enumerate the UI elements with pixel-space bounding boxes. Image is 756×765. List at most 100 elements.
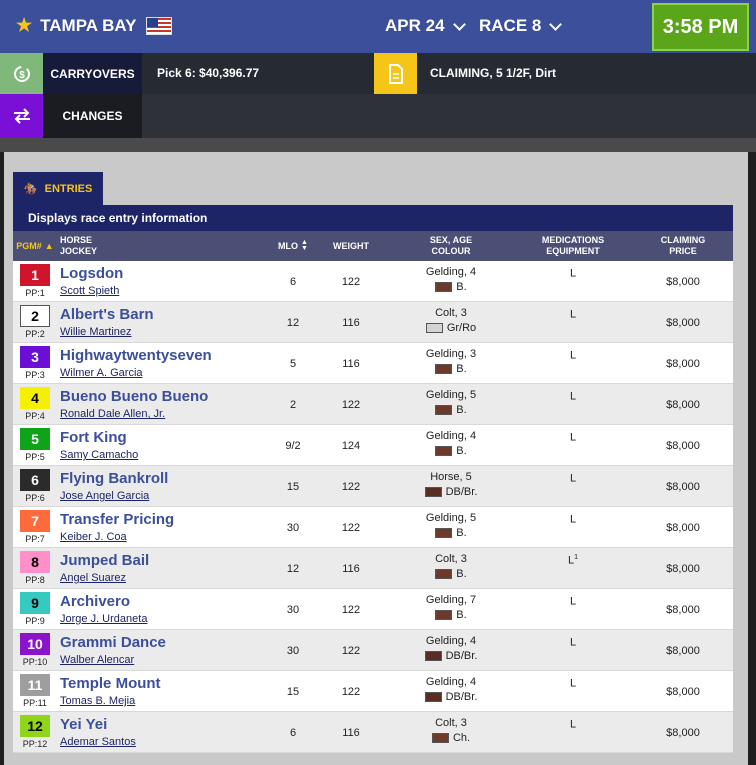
colour: B. xyxy=(456,363,467,375)
horse-name[interactable]: Flying Bankroll xyxy=(60,470,168,487)
claiming-price: $8,000 xyxy=(666,480,700,493)
program-number: 4 xyxy=(20,387,50,409)
tab-entries[interactable]: 🏇 ENTRIES xyxy=(13,172,103,205)
horse-name[interactable]: Yei Yei xyxy=(60,716,107,733)
program-number: 8 xyxy=(20,551,50,573)
sex-age-colour: Gelding, 4 DB/Br. xyxy=(391,634,511,664)
pgm-header: PGM# xyxy=(16,240,42,251)
jockey-name[interactable]: Scott Spieth xyxy=(60,285,119,297)
weight: 122 xyxy=(341,480,361,493)
chevron-down-icon xyxy=(452,17,466,31)
jockey-name[interactable]: Ademar Santos xyxy=(60,736,136,748)
sex-age-colour: Gelding, 3 B. xyxy=(391,347,511,377)
sex-age: Gelding, 4 xyxy=(425,430,477,442)
medications: L xyxy=(538,472,608,485)
star-icon[interactable]: ★ xyxy=(16,15,32,36)
sort-mlo[interactable]: MLO ▲ ▼ xyxy=(268,231,318,261)
program-number: 3 xyxy=(20,346,50,368)
jockey-name[interactable]: Angel Suarez xyxy=(60,572,126,584)
mlo-header: MLO xyxy=(278,240,299,251)
weight: 116 xyxy=(342,562,360,575)
jockey-name[interactable]: Samy Camacho xyxy=(60,449,138,461)
sort-pgm[interactable]: PGM# ▲ xyxy=(15,231,55,261)
morning-line-odds: 30 xyxy=(286,603,300,616)
colour-swatch xyxy=(435,405,453,416)
claiming-price: $8,000 xyxy=(666,644,700,657)
medication-code: L xyxy=(569,390,577,403)
table-row[interactable]: 5 PP:5 Fort King Samy Camacho 9/2 124 Gelding,… xyxy=(13,425,733,466)
saddlecloth: 8 PP:8 xyxy=(18,551,52,585)
medication-code: L xyxy=(569,308,577,321)
table-row[interactable]: 4 PP:4 Bueno Bueno Bueno Ronald Dale Allen,… xyxy=(13,384,733,425)
weight: 122 xyxy=(341,603,361,616)
weight: 116 xyxy=(342,357,360,370)
sex-age-colour: Gelding, 7 B. xyxy=(391,593,511,623)
table-row[interactable]: 7 PP:7 Transfer Pricing Keiber J. Coa 30 122 G… xyxy=(13,507,733,548)
table-row[interactable]: 10 PP:10 Grammi Dance Walber Alencar 30 122 Ge… xyxy=(13,630,733,671)
track-selector[interactable]: ★ TAMPA BAY xyxy=(16,15,173,36)
horse-name[interactable]: Logsdon xyxy=(60,265,123,282)
table-row[interactable]: 11 PP:11 Temple Mount Tomas B. Mejia 15 122 Ge… xyxy=(13,671,733,712)
dollar-cycle-icon[interactable]: $ xyxy=(0,53,43,94)
colour-swatch xyxy=(431,733,449,744)
jockey-name[interactable]: Ronald Dale Allen, Jr. xyxy=(60,408,165,420)
jockey-header: JOCKEY xyxy=(60,246,98,256)
table-row[interactable]: 1 PP:1 Logsdon Scott Spieth 6 122 Gelding, 4 B.… xyxy=(13,261,733,302)
medications: L xyxy=(538,636,608,649)
horse-name[interactable]: Albert's Barn xyxy=(60,306,154,323)
table-row[interactable]: 2 PP:2 Albert's Barn Willie Martinez 12 116 Co… xyxy=(13,302,733,343)
jockey-name[interactable]: Jose Angel Garcia xyxy=(60,490,149,502)
colour: B. xyxy=(456,404,467,416)
saddlecloth: 5 PP:5 xyxy=(18,428,52,462)
sex-age-colour: Horse, 5 DB/Br. xyxy=(391,470,511,500)
colour-swatch xyxy=(424,651,442,662)
horse-name[interactable]: Highwaytwentyseven xyxy=(60,347,212,364)
horse-name[interactable]: Bueno Bueno Bueno xyxy=(60,388,208,405)
race-label: RACE 8 xyxy=(479,16,542,35)
post-position: PP:6 xyxy=(25,493,45,503)
post-position: PP:12 xyxy=(22,739,48,749)
medication-code: L xyxy=(569,595,577,608)
medication-code: L xyxy=(569,513,577,526)
horse-name[interactable]: Transfer Pricing xyxy=(60,511,174,528)
jockey-name[interactable]: Keiber J. Coa xyxy=(60,531,127,543)
changes-button[interactable]: CHANGES xyxy=(43,94,142,138)
jockey-name[interactable]: Walber Alencar xyxy=(60,654,134,666)
jockey-name[interactable]: Willie Martinez xyxy=(60,326,132,338)
us-flag-icon xyxy=(146,16,173,35)
table-row[interactable]: 12 PP:12 Yei Yei Ademar Santos 6 116 Colt, 3 Ch… xyxy=(13,712,733,753)
claiming-price: $8,000 xyxy=(666,439,700,452)
table-row[interactable]: 3 PP:3 Highwaytwentyseven Wilmer A. Garcia 5… xyxy=(13,343,733,384)
table-row[interactable]: 6 PP:6 Flying Bankroll Jose Angel Garcia 15 1… xyxy=(13,466,733,507)
horse-name[interactable]: Grammi Dance xyxy=(60,634,166,651)
table-row[interactable]: 8 PP:8 Jumped Bail Angel Suarez 12 116 Colt, 3… xyxy=(13,548,733,589)
equipment-label: EQUIPMENT xyxy=(546,246,600,256)
claiming-price: $8,000 xyxy=(666,603,700,616)
weight: 122 xyxy=(341,275,361,288)
table-row[interactable]: 9 PP:9 Archivero Jorge J. Urdaneta 30 122 Geld… xyxy=(13,589,733,630)
swap-arrows-icon[interactable] xyxy=(0,94,43,138)
post-position: PP:1 xyxy=(25,288,45,298)
date-selector[interactable]: APR 24 xyxy=(385,16,466,36)
weight: 122 xyxy=(341,644,361,657)
saddlecloth: 3 PP:3 xyxy=(18,346,52,380)
horse-name[interactable]: Jumped Bail xyxy=(60,552,149,569)
medications: L xyxy=(538,308,608,321)
medications: L xyxy=(538,718,608,731)
sex-age: Gelding, 7 xyxy=(425,594,477,606)
weight: 116 xyxy=(342,316,360,329)
program-number: 10 xyxy=(20,633,50,655)
document-icon[interactable] xyxy=(374,53,417,94)
race-selector[interactable]: RACE 8 xyxy=(479,16,563,36)
carryovers-button[interactable]: CARRYOVERS xyxy=(43,53,142,94)
jockey-name[interactable]: Tomas B. Mejia xyxy=(60,695,135,707)
colour: DB/Br. xyxy=(445,650,478,662)
morning-line-odds: 12 xyxy=(286,316,300,329)
horse-name[interactable]: Temple Mount xyxy=(60,675,161,692)
horse-name[interactable]: Fort King xyxy=(60,429,127,446)
horse-name[interactable]: Archivero xyxy=(60,593,130,610)
sex-age: Gelding, 5 xyxy=(425,512,477,524)
saddlecloth: 9 PP:9 xyxy=(18,592,52,626)
jockey-name[interactable]: Jorge J. Urdaneta xyxy=(60,613,147,625)
jockey-name[interactable]: Wilmer A. Garcia xyxy=(60,367,143,379)
